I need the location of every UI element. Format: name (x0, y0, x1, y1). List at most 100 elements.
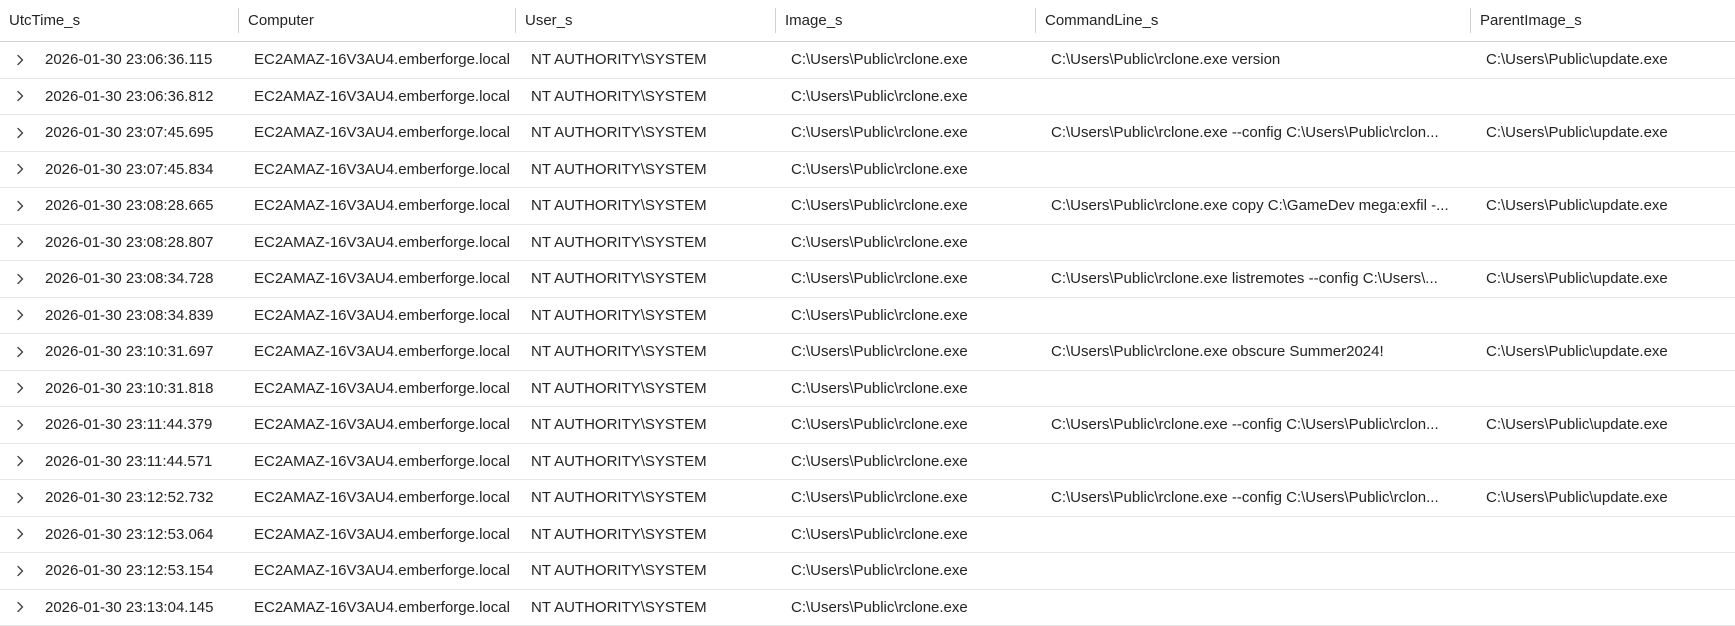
expand-row-button[interactable] (0, 480, 40, 516)
cell-image: C:\Users\Public\rclone.exe (776, 88, 1036, 105)
expand-row-button[interactable] (0, 590, 40, 626)
column-header-image[interactable]: Image_s (776, 0, 1036, 41)
cell-image: C:\Users\Public\rclone.exe (776, 343, 1036, 360)
expand-row-button[interactable] (0, 407, 40, 443)
table-row[interactable]: 2026-01-30 23:06:36.115 EC2AMAZ-16V3AU4.… (0, 42, 1735, 79)
cell-user: NT AUTHORITY\SYSTEM (516, 489, 776, 506)
cell-user: NT AUTHORITY\SYSTEM (516, 562, 776, 579)
cell-user: NT AUTHORITY\SYSTEM (516, 270, 776, 287)
cell-parentimage: C:\Users\Public\update.exe (1471, 416, 1735, 433)
cell-utctime: 2026-01-30 23:06:36.812 (40, 88, 239, 105)
cell-user: NT AUTHORITY\SYSTEM (516, 380, 776, 397)
expand-row-button[interactable] (0, 152, 40, 188)
table-row[interactable]: 2026-01-30 23:13:04.145 EC2AMAZ-16V3AU4.… (0, 590, 1735, 626)
cell-commandline: C:\Users\Public\rclone.exe listremotes -… (1036, 270, 1471, 287)
expand-row-button[interactable] (0, 115, 40, 151)
chevron-right-icon (14, 163, 26, 175)
table-row[interactable]: 2026-01-30 23:11:44.571 EC2AMAZ-16V3AU4.… (0, 444, 1735, 481)
expand-row-button[interactable] (0, 371, 40, 407)
cell-utctime: 2026-01-30 23:10:31.697 (40, 343, 239, 360)
column-header-computer[interactable]: Computer (239, 0, 516, 41)
cell-image: C:\Users\Public\rclone.exe (776, 51, 1036, 68)
cell-utctime: 2026-01-30 23:11:44.379 (40, 416, 239, 433)
cell-computer: EC2AMAZ-16V3AU4.emberforge.local (239, 416, 516, 433)
cell-computer: EC2AMAZ-16V3AU4.emberforge.local (239, 526, 516, 543)
chevron-right-icon (14, 565, 26, 577)
expand-row-button[interactable] (0, 553, 40, 589)
chevron-right-icon (14, 382, 26, 394)
cell-computer: EC2AMAZ-16V3AU4.emberforge.local (239, 234, 516, 251)
cell-user: NT AUTHORITY\SYSTEM (516, 124, 776, 141)
cell-user: NT AUTHORITY\SYSTEM (516, 416, 776, 433)
cell-image: C:\Users\Public\rclone.exe (776, 161, 1036, 178)
cell-commandline: C:\Users\Public\rclone.exe copy C:\GameD… (1036, 197, 1471, 214)
expand-row-button[interactable] (0, 298, 40, 334)
chevron-right-icon (14, 492, 26, 504)
table-row[interactable]: 2026-01-30 23:12:53.154 EC2AMAZ-16V3AU4.… (0, 553, 1735, 590)
cell-commandline: C:\Users\Public\rclone.exe obscure Summe… (1036, 343, 1471, 360)
table-row[interactable]: 2026-01-30 23:11:44.379 EC2AMAZ-16V3AU4.… (0, 407, 1735, 444)
column-header-user[interactable]: User_s (516, 0, 776, 41)
expand-row-button[interactable] (0, 42, 40, 78)
cell-utctime: 2026-01-30 23:12:53.064 (40, 526, 239, 543)
cell-commandline: C:\Users\Public\rclone.exe --config C:\U… (1036, 489, 1471, 506)
column-header-parentimage[interactable]: ParentImage_s (1471, 0, 1735, 41)
cell-image: C:\Users\Public\rclone.exe (776, 307, 1036, 324)
expand-row-button[interactable] (0, 79, 40, 115)
cell-computer: EC2AMAZ-16V3AU4.emberforge.local (239, 343, 516, 360)
cell-user: NT AUTHORITY\SYSTEM (516, 343, 776, 360)
cell-utctime: 2026-01-30 23:07:45.695 (40, 124, 239, 141)
cell-user: NT AUTHORITY\SYSTEM (516, 453, 776, 470)
cell-utctime: 2026-01-30 23:13:04.145 (40, 599, 239, 616)
chevron-right-icon (14, 309, 26, 321)
cell-computer: EC2AMAZ-16V3AU4.emberforge.local (239, 197, 516, 214)
chevron-right-icon (14, 127, 26, 139)
column-header-commandline[interactable]: CommandLine_s (1036, 0, 1471, 41)
expand-row-button[interactable] (0, 261, 40, 297)
table-row[interactable]: 2026-01-30 23:08:34.728 EC2AMAZ-16V3AU4.… (0, 261, 1735, 298)
table-row[interactable]: 2026-01-30 23:08:28.807 EC2AMAZ-16V3AU4.… (0, 225, 1735, 262)
cell-user: NT AUTHORITY\SYSTEM (516, 307, 776, 324)
table-row[interactable]: 2026-01-30 23:08:34.839 EC2AMAZ-16V3AU4.… (0, 298, 1735, 335)
cell-utctime: 2026-01-30 23:11:44.571 (40, 453, 239, 470)
chevron-right-icon (14, 236, 26, 248)
table-row[interactable]: 2026-01-30 23:12:53.064 EC2AMAZ-16V3AU4.… (0, 517, 1735, 554)
cell-image: C:\Users\Public\rclone.exe (776, 380, 1036, 397)
cell-user: NT AUTHORITY\SYSTEM (516, 51, 776, 68)
cell-image: C:\Users\Public\rclone.exe (776, 489, 1036, 506)
cell-parentimage: C:\Users\Public\update.exe (1471, 270, 1735, 287)
cell-utctime: 2026-01-30 23:08:28.665 (40, 197, 239, 214)
grid-body: 2026-01-30 23:06:36.115 EC2AMAZ-16V3AU4.… (0, 42, 1735, 626)
cell-user: NT AUTHORITY\SYSTEM (516, 161, 776, 178)
cell-computer: EC2AMAZ-16V3AU4.emberforge.local (239, 307, 516, 324)
cell-image: C:\Users\Public\rclone.exe (776, 234, 1036, 251)
chevron-right-icon (14, 90, 26, 102)
column-header-utctime[interactable]: UtcTime_s (0, 0, 239, 41)
cell-utctime: 2026-01-30 23:08:34.839 (40, 307, 239, 324)
table-row[interactable]: 2026-01-30 23:10:31.697 EC2AMAZ-16V3AU4.… (0, 334, 1735, 371)
cell-utctime: 2026-01-30 23:10:31.818 (40, 380, 239, 397)
table-row[interactable]: 2026-01-30 23:12:52.732 EC2AMAZ-16V3AU4.… (0, 480, 1735, 517)
cell-user: NT AUTHORITY\SYSTEM (516, 599, 776, 616)
cell-image: C:\Users\Public\rclone.exe (776, 562, 1036, 579)
table-row[interactable]: 2026-01-30 23:07:45.834 EC2AMAZ-16V3AU4.… (0, 152, 1735, 189)
table-row[interactable]: 2026-01-30 23:10:31.818 EC2AMAZ-16V3AU4.… (0, 371, 1735, 408)
cell-computer: EC2AMAZ-16V3AU4.emberforge.local (239, 562, 516, 579)
table-row[interactable]: 2026-01-30 23:08:28.665 EC2AMAZ-16V3AU4.… (0, 188, 1735, 225)
cell-image: C:\Users\Public\rclone.exe (776, 197, 1036, 214)
cell-computer: EC2AMAZ-16V3AU4.emberforge.local (239, 489, 516, 506)
expand-row-button[interactable] (0, 444, 40, 480)
table-row[interactable]: 2026-01-30 23:06:36.812 EC2AMAZ-16V3AU4.… (0, 79, 1735, 116)
table-row[interactable]: 2026-01-30 23:07:45.695 EC2AMAZ-16V3AU4.… (0, 115, 1735, 152)
expand-row-button[interactable] (0, 517, 40, 553)
expand-row-button[interactable] (0, 334, 40, 370)
cell-parentimage: C:\Users\Public\update.exe (1471, 124, 1735, 141)
cell-user: NT AUTHORITY\SYSTEM (516, 88, 776, 105)
expand-row-button[interactable] (0, 188, 40, 224)
chevron-right-icon (14, 455, 26, 467)
chevron-right-icon (14, 528, 26, 540)
expand-row-button[interactable] (0, 225, 40, 261)
cell-utctime: 2026-01-30 23:08:34.728 (40, 270, 239, 287)
cell-commandline: C:\Users\Public\rclone.exe --config C:\U… (1036, 124, 1471, 141)
chevron-right-icon (14, 601, 26, 613)
